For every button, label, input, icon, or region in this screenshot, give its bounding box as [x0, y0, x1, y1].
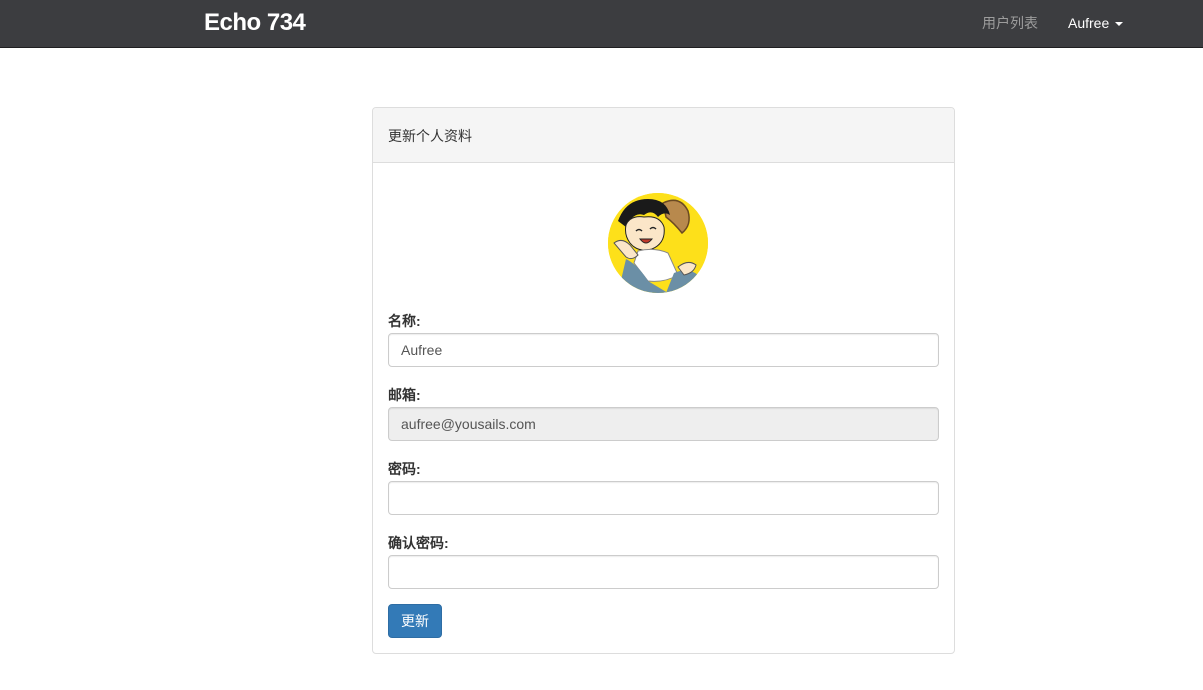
edit-profile-panel: 更新个人资料 名称: 邮箱: 密码: 确认密 — [372, 107, 955, 654]
email-label: 邮箱: — [388, 387, 421, 403]
user-dropdown[interactable]: Aufree — [1068, 13, 1124, 33]
name-label: 名称: — [388, 313, 421, 329]
password-confirm-input[interactable] — [388, 555, 939, 589]
password-confirm-label: 确认密码: — [388, 535, 449, 551]
user-name: Aufree — [1068, 15, 1110, 31]
nav-users-link[interactable]: 用户列表 — [982, 13, 1038, 33]
password-label: 密码: — [388, 461, 421, 477]
email-input[interactable] — [388, 407, 939, 441]
avatar — [608, 193, 708, 293]
panel-heading: 更新个人资料 — [373, 108, 954, 163]
name-input[interactable] — [388, 333, 939, 367]
update-button[interactable]: 更新 — [388, 604, 442, 638]
avatar-image-icon — [608, 193, 708, 293]
caret-down-icon — [1115, 22, 1124, 27]
password-input[interactable] — [388, 481, 939, 515]
top-navbar: Echo 734 用户列表 Aufree — [0, 0, 1203, 48]
brand-logo[interactable]: Echo 734 — [204, 8, 306, 38]
